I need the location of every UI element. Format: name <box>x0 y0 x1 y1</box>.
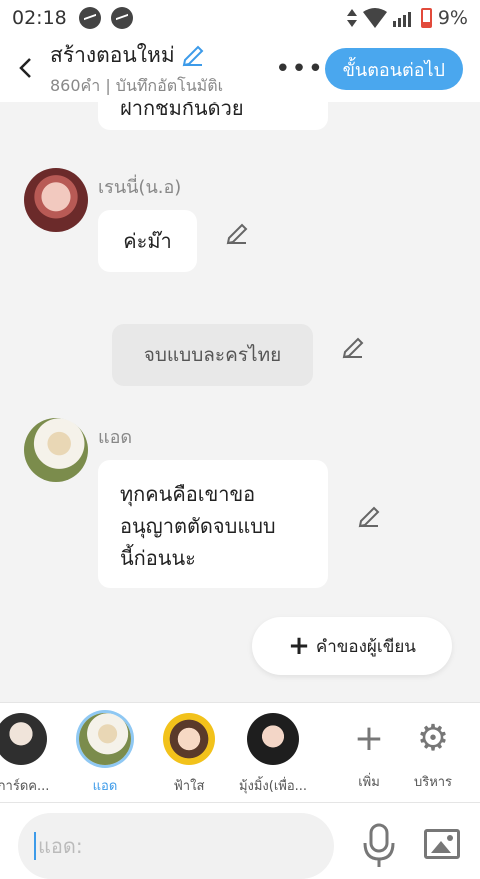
status-bar: 02:18 9% <box>0 0 480 36</box>
status-time: 02:18 <box>12 7 67 29</box>
avatar[interactable] <box>24 168 88 232</box>
word-count-autosave: 860คำ | บันทึกอัตโนมัติเ <box>50 76 224 95</box>
author-note-button[interactable]: + คำของผู้เขียน <box>252 617 452 675</box>
next-step-button[interactable]: ขั้นตอนต่อไป <box>324 48 463 90</box>
image-icon[interactable] <box>424 829 460 859</box>
plus-icon: + <box>288 631 310 661</box>
manage-label: บริหาร <box>413 775 453 790</box>
wifi-icon <box>362 8 387 28</box>
message-text: ฝากชมกันด้วย <box>120 102 244 120</box>
plus-icon: + <box>353 718 385 759</box>
character-item[interactable]: ฟ้าใส <box>146 713 232 796</box>
page-title-row: สร้างตอนใหม่ <box>50 39 275 72</box>
chat-area[interactable]: ฝากชมกันด้วย เรนนี่(น.อ) ค่ะม๊า จบแบบละค… <box>0 102 480 702</box>
back-button[interactable] <box>0 53 50 86</box>
top-bar: สร้างตอนใหม่ 860คำ | บันทึกอัตโนมัติเ ••… <box>0 36 480 102</box>
character-label: ฟ้าใส <box>173 779 205 794</box>
character-selector: (การ์ดค... แอด ฟ้าใส มุ้งมิ้ง(เพื่อ... +… <box>0 702 480 802</box>
message-bubble-partial[interactable]: ฝากชมกันด้วย <box>98 102 328 130</box>
edit-icon[interactable] <box>225 222 249 246</box>
messenger-icon <box>110 7 133 29</box>
character-name: เรนนี่(น.อ) <box>98 177 182 198</box>
character-label: (การ์ดค... <box>0 779 50 794</box>
back-arrow-icon <box>19 57 31 78</box>
battery-icon <box>420 8 432 28</box>
edit-icon[interactable] <box>357 505 381 529</box>
gear-icon: ⚙ <box>416 718 450 759</box>
edit-icon[interactable] <box>341 336 365 360</box>
character-label: แอด <box>92 779 118 794</box>
more-options-button[interactable]: ••• <box>275 54 325 84</box>
message-bubble[interactable]: ค่ะม๊า <box>98 210 197 272</box>
edit-title-icon[interactable] <box>181 44 205 68</box>
character-item-selected[interactable]: แอด <box>62 713 148 796</box>
character-avatar <box>79 713 131 765</box>
add-label: เพิ่ม <box>358 775 380 790</box>
character-avatar <box>247 713 299 765</box>
message-line: ทุกคนคือเขาขอ <box>120 482 256 506</box>
avatar[interactable] <box>24 418 88 482</box>
character-label: มุ้งมิ้ง(เพื่อ... <box>238 779 308 794</box>
message-text: ค่ะม๊า <box>123 229 172 253</box>
character-avatar <box>163 713 215 765</box>
narration-bubble[interactable]: จบแบบละครไทย <box>112 324 313 386</box>
character-avatar <box>0 713 47 765</box>
narration-text: จบแบบละครไทย <box>143 344 282 366</box>
input-placeholder: แอด: <box>38 834 83 858</box>
character-name: แอด <box>98 427 133 448</box>
add-character-button[interactable]: + เพิ่ม <box>339 713 399 792</box>
character-item[interactable]: (การ์ดค... <box>0 713 64 796</box>
signal-icon <box>392 12 411 27</box>
manage-button[interactable]: ⚙ บริหาร <box>403 713 463 792</box>
battery-percent: 9% <box>437 7 468 29</box>
message-input[interactable]: แอด: <box>18 813 334 879</box>
microphone-icon[interactable] <box>362 823 396 869</box>
message-bubble[interactable]: ทุกคนคือเขาขอ อนุญาตตัดจบแบบ นี้ก่อนนะ <box>98 460 328 588</box>
author-note-label: คำของผู้เขียน <box>315 636 416 657</box>
text-cursor <box>34 832 36 860</box>
title-area: สร้างตอนใหม่ 860คำ | บันทึกอัตโนมัติเ <box>50 39 275 99</box>
page-title: สร้างตอนใหม่ <box>50 43 175 67</box>
more-icon: ••• <box>275 54 325 84</box>
message-line: อนุญาตตัดจบแบบ <box>120 514 276 538</box>
character-item[interactable]: มุ้งมิ้ง(เพื่อ... <box>230 713 316 796</box>
status-indicators: 9% <box>346 7 468 29</box>
input-bar: แอด: <box>0 802 480 879</box>
data-arrows-icon <box>346 9 357 27</box>
message-line: นี้ก่อนนะ <box>120 546 196 570</box>
messenger-icon <box>78 7 101 29</box>
